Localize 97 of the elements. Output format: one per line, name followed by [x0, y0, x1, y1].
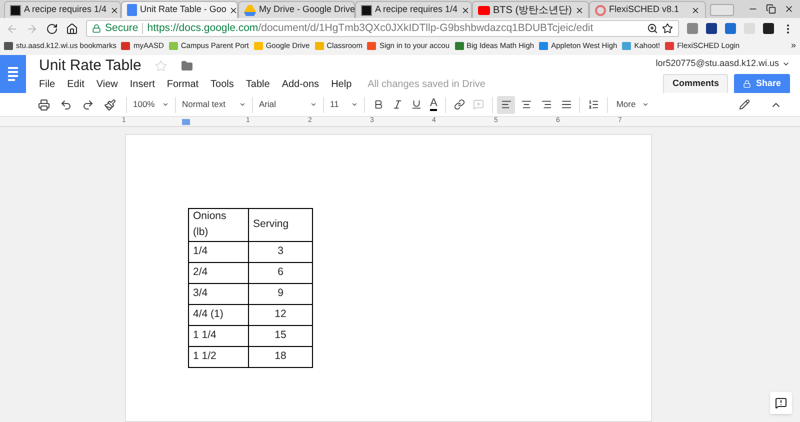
feedback-button[interactable]: [770, 392, 792, 414]
browser-tab[interactable]: My Drive - Google Drive: [238, 1, 355, 18]
menu-item[interactable]: Add-ons: [282, 77, 320, 92]
star-icon[interactable]: [662, 23, 673, 34]
zoom-icon[interactable]: [647, 23, 658, 34]
caret-icon: [642, 101, 649, 108]
table-cell: 12: [248, 304, 312, 325]
caret-icon: [310, 101, 317, 108]
align-icon: [560, 99, 572, 110]
table-cell: 6: [248, 262, 312, 283]
table-header-cell: Onions (lb): [188, 208, 248, 241]
style-dropdown[interactable]: Normal text: [176, 98, 252, 111]
browser-tab[interactable]: A recipe requires 1/4: [4, 1, 121, 18]
menu-item[interactable]: File: [39, 77, 56, 92]
pencil-icon[interactable]: [739, 99, 750, 110]
document-title[interactable]: Unit Rate Table: [39, 54, 142, 78]
table-cell: 1/4: [188, 241, 248, 262]
lock-icon: [742, 80, 751, 88]
bold-icon[interactable]: [373, 99, 384, 110]
paint-format-icon[interactable]: [104, 98, 116, 110]
italic-icon[interactable]: [392, 99, 403, 110]
font-size-dropdown[interactable]: 11: [324, 98, 364, 111]
square-icon: [361, 4, 372, 16]
undo-icon[interactable]: [60, 98, 72, 110]
menu-item[interactable]: Format: [166, 77, 199, 92]
print-icon[interactable]: [38, 98, 50, 110]
document-icon: [127, 4, 137, 16]
close-icon[interactable]: [460, 6, 470, 14]
table-cell: 1 1/4: [188, 325, 248, 346]
browser-tab[interactable]: Unit Rate Table - Goo: [121, 1, 238, 18]
line-spacing-icon[interactable]: [588, 99, 600, 110]
close-icon[interactable]: [229, 6, 238, 14]
align-button[interactable]: [497, 96, 516, 114]
table-cell: 3/4: [188, 283, 248, 304]
tab-title: Unit Rate Table - Goo: [140, 3, 226, 16]
play-icon: [478, 6, 490, 14]
menu-item[interactable]: Table: [246, 77, 270, 92]
indent-marker[interactable]: [182, 118, 190, 124]
align-icon: [520, 99, 532, 110]
close-icon[interactable]: [784, 4, 794, 14]
close-icon[interactable]: [574, 6, 584, 14]
menu-item[interactable]: Help: [331, 77, 352, 92]
clock-icon: [595, 4, 606, 16]
align-icon: [540, 99, 552, 110]
browser-tab[interactable]: FlexiSCHED v8.1: [589, 1, 706, 18]
caret-icon: [162, 101, 169, 108]
table-cell: 4/4 (1): [188, 304, 248, 325]
save-status: All changes saved in Drive: [368, 78, 486, 92]
more-bookmarks-button[interactable]: »: [790, 39, 796, 53]
reload-icon[interactable]: [46, 22, 58, 34]
more-button[interactable]: More: [608, 98, 657, 111]
feedback-icon: [775, 397, 787, 409]
underline-icon[interactable]: [411, 99, 422, 110]
menu-item[interactable]: Insert: [130, 77, 155, 92]
caret-icon: [239, 101, 246, 108]
caret-icon: [351, 101, 358, 108]
tab-title: A recipe requires 1/4: [24, 3, 107, 16]
close-icon[interactable]: [691, 6, 700, 14]
tab-title: FlexiSCHED v8.1: [609, 3, 680, 16]
link-icon[interactable]: [454, 99, 466, 110]
secure-label: Secure: [105, 21, 138, 36]
address-field[interactable]: Secure https://docs.google.com/document/d/1HgTmb3QXc0JXkIDTllp-G9bshbwdazcq1BDUBTcjeic/edit: [86, 20, 679, 37]
menu-item[interactable]: Edit: [67, 77, 84, 92]
table-cell: 18: [248, 346, 312, 367]
document-page[interactable]: Onions (lb) Serving 1/4 3 2/4 6 3/4 9 4/4 (1) 12 1 1/4 15 1 1/2 18: [125, 134, 652, 422]
menu-item[interactable]: View: [96, 77, 118, 92]
table-cell: 1 1/2: [188, 346, 248, 367]
table-cell: 2/4: [188, 262, 248, 283]
align-icon: [500, 99, 512, 110]
table-cell: 9: [248, 283, 312, 304]
folder-icon[interactable]: [181, 60, 194, 72]
square-icon: [10, 4, 21, 16]
triangle-icon: [244, 4, 256, 16]
table-cell: 3: [248, 241, 312, 262]
docs-logo[interactable]: [0, 55, 26, 93]
url-text: https://docs.google.com/document/d/1HgTmb3QXc0JXkIDTllp-G9bshbwdazcq1BDUBTcjeic/edit: [147, 21, 594, 36]
menu-item[interactable]: Tools: [210, 77, 234, 92]
tab-title: A recipe requires 1/4: [375, 3, 458, 16]
extension-icon[interactable]: [706, 23, 717, 34]
account-email[interactable]: lor520775@stu.aasd.k12.wi.us: [656, 57, 779, 70]
redo-icon[interactable]: [82, 98, 94, 110]
home-icon[interactable]: [66, 22, 78, 34]
tab-title: My Drive - Google Drive: [259, 3, 356, 16]
share-button[interactable]: Share: [734, 74, 790, 94]
lock-icon: [92, 24, 101, 33]
browser-tab[interactable]: BTS (방탄소년단): [472, 1, 589, 18]
browser-tab[interactable]: A recipe requires 1/4: [355, 1, 472, 18]
comments-button[interactable]: Comments: [663, 74, 728, 94]
extension-icon[interactable]: [763, 23, 774, 34]
table-cell: 15: [248, 325, 312, 346]
table-header-cell: Serving: [248, 208, 312, 241]
zoom-dropdown[interactable]: 100%: [127, 98, 175, 111]
text-color-button[interactable]: A: [430, 98, 438, 111]
restore-icon[interactable]: [766, 4, 776, 14]
tab-title: BTS (방탄소년단): [493, 4, 572, 18]
close-icon[interactable]: [110, 6, 119, 14]
font-dropdown[interactable]: Arial: [253, 98, 323, 111]
